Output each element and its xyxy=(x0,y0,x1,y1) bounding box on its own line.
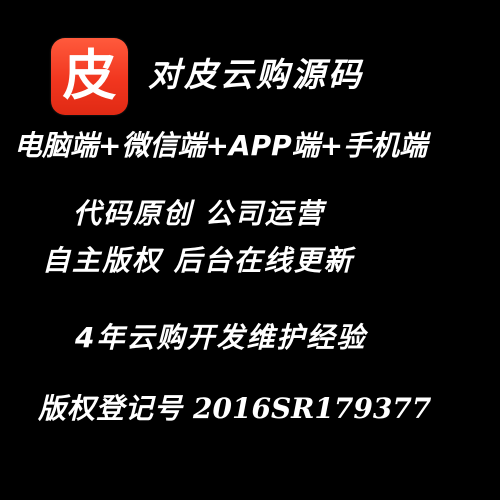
logo-glyph: 皮 xyxy=(62,43,117,107)
registration-label: 版权登记号 xyxy=(38,392,184,425)
original-operation-text: 代码原创 公司运营 xyxy=(73,197,325,230)
experience-text: 4年云购开发维护经验 xyxy=(75,321,367,354)
copyright-update-text: 自主版权 后台在线更新 xyxy=(42,244,354,277)
registration-number: 2016SR179377 xyxy=(193,392,432,425)
platforms-text: 电脑端+微信端+APP端+手机端 xyxy=(14,129,428,162)
brand-name: 对皮云购源码 xyxy=(148,55,364,94)
brand-logo-icon: 皮 xyxy=(51,38,128,115)
promo-banner: 皮 对皮云购源码 电脑端+微信端+APP端+手机端 代码原创 公司运营 自主版权… xyxy=(0,0,500,500)
registration-line: 版权登记号 2016SR179377 xyxy=(38,395,431,423)
